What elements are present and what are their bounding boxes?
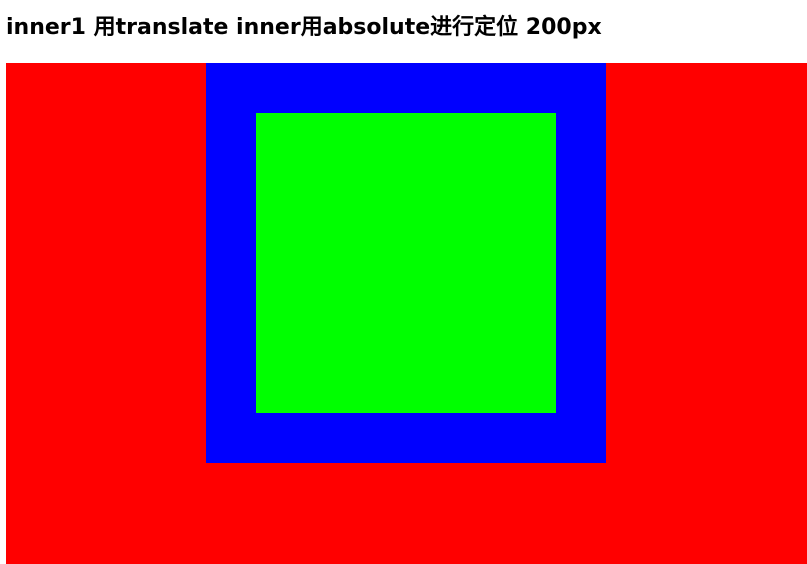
inner-box (256, 113, 556, 413)
inner1-box (206, 63, 606, 463)
page-heading: inner1 用translate inner用absolute进行定位 200… (6, 15, 602, 40)
outer-box (6, 63, 807, 564)
